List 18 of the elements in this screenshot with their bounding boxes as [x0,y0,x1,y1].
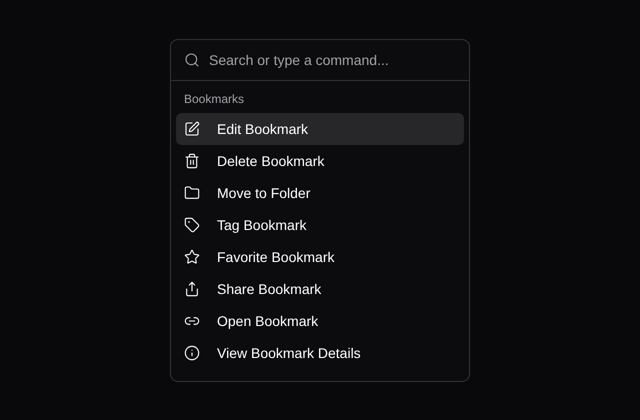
folder-icon [184,185,200,201]
menu-item[interactable]: Delete Bookmark [176,145,464,177]
group-heading: Bookmarks [183,91,246,107]
trash-icon [184,153,200,169]
menu-item[interactable]: Edit Bookmark [176,113,464,145]
menu-item[interactable]: Favorite Bookmark [176,241,464,273]
menu-item[interactable]: Open Bookmark [176,305,464,337]
search-icon [184,52,200,68]
search-field[interactable]: Search or type a command... [209,50,456,70]
info-icon [184,345,200,361]
menu-item[interactable]: Share Bookmark [176,273,464,305]
pencil-square-icon [184,121,200,137]
tag-icon [184,217,200,233]
menu-item[interactable]: Tag Bookmark [176,209,464,241]
share-icon [184,281,200,297]
menu-item[interactable]: View Bookmark Details [176,337,464,369]
menu-item[interactable]: Move to Folder [176,177,464,209]
star-icon [184,249,200,265]
